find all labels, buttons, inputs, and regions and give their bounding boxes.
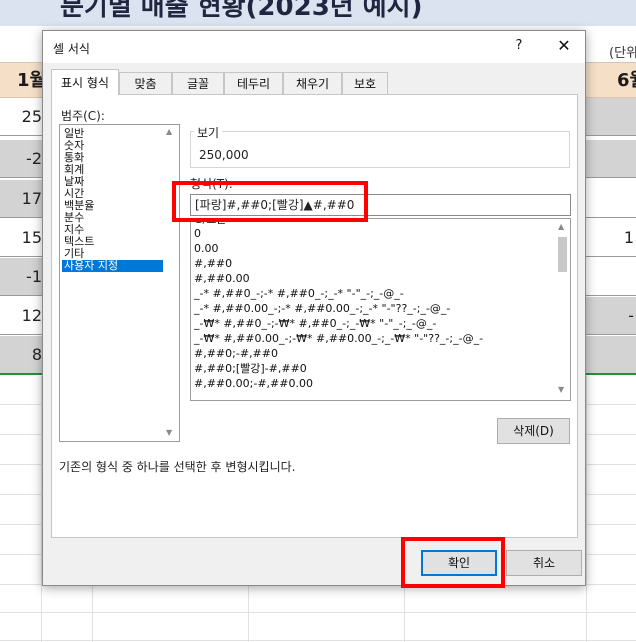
scroll-thumb[interactable] bbox=[558, 237, 567, 272]
format-item[interactable]: G/표준 bbox=[194, 219, 226, 226]
cell-right-7[interactable] bbox=[586, 336, 636, 374]
category-label: 범주(C): bbox=[61, 109, 105, 123]
format-scrollbar[interactable]: ▲ ▼ bbox=[554, 219, 570, 400]
sheet-title: 분기별 매출 현황(2023년 예시) bbox=[60, 0, 423, 22]
sample-value: 250,000 bbox=[199, 148, 249, 162]
unit-label: (단위 bbox=[609, 46, 636, 61]
format-item[interactable]: 0 bbox=[194, 227, 201, 240]
category-list[interactable]: 일반 숫자 통화 회계 날짜 시간 백분율 분수 지수 텍스트 기타 사용자 지… bbox=[59, 124, 180, 442]
dialog-title: 셀 서식 bbox=[53, 42, 90, 56]
format-item[interactable]: #,##0;[빨강]-#,##0 bbox=[194, 362, 307, 375]
tab-number[interactable]: 표시 형식 bbox=[51, 69, 119, 95]
grid-line bbox=[586, 376, 587, 642]
format-item[interactable]: #,##0;-#,##0 bbox=[194, 347, 278, 360]
cell-right-2[interactable] bbox=[586, 140, 636, 178]
table-bottom-border-right bbox=[586, 373, 636, 375]
table-bottom-border-left bbox=[0, 373, 44, 375]
format-code-input[interactable]: [파랑]#,##0;[빨강]▲#,##0 bbox=[190, 194, 571, 216]
tab-alignment[interactable]: 맞춤 bbox=[119, 72, 172, 94]
ok-button[interactable]: 확인 bbox=[421, 550, 497, 576]
chevron-down-icon[interactable]: ▼ bbox=[166, 428, 172, 437]
grid-line bbox=[404, 586, 405, 642]
cell-right-1[interactable] bbox=[586, 98, 636, 136]
close-icon[interactable]: ✕ bbox=[551, 36, 577, 58]
grid-line bbox=[0, 640, 636, 641]
cell-right-6[interactable]: - bbox=[586, 297, 636, 335]
column-header-left: 1월 bbox=[0, 62, 44, 98]
tab-fill[interactable]: 채우기 bbox=[283, 72, 342, 94]
dialog-titlebar[interactable]: 셀 서식 ? ✕ bbox=[43, 31, 585, 63]
grid-line bbox=[92, 586, 93, 642]
cell-left-1[interactable]: 25 bbox=[0, 98, 44, 136]
sample-label: 보기 bbox=[194, 124, 223, 141]
cell-right-3[interactable] bbox=[586, 180, 636, 218]
format-item[interactable]: #,##0.00 bbox=[194, 272, 250, 285]
chevron-up-icon[interactable]: ▲ bbox=[558, 222, 564, 231]
description-text: 기존의 형식 중 하나를 선택한 후 변형시킵니다. bbox=[59, 460, 296, 474]
format-item[interactable]: _-₩* #,##0.00_-;-₩* #,##0.00_-;_-₩* "-"?… bbox=[194, 332, 483, 345]
cancel-button[interactable]: 취소 bbox=[506, 550, 582, 576]
delete-button[interactable]: 삭제(D) bbox=[497, 418, 570, 444]
tab-protection[interactable]: 보호 bbox=[342, 72, 388, 94]
format-item[interactable]: #,##0.00;-#,##0.00 bbox=[194, 377, 313, 390]
cell-left-2[interactable]: -2 bbox=[0, 140, 44, 178]
category-scrollbar[interactable]: ▲ ▼ bbox=[164, 125, 179, 441]
column-header-right: 6월 bbox=[586, 62, 636, 98]
grid-line bbox=[248, 586, 249, 642]
format-cells-dialog: 셀 서식 ? ✕ 표시 형식 맞춤 글꼴 테두리 채우기 보호 범주(C): 일… bbox=[42, 30, 586, 586]
category-item-selected[interactable]: 사용자 지정 bbox=[62, 260, 163, 272]
sheet-title-band: 분기별 매출 현황(2023년 예시) bbox=[0, 0, 636, 26]
grid-line bbox=[0, 612, 636, 613]
tab-font[interactable]: 글꼴 bbox=[172, 72, 224, 94]
format-item[interactable]: 0.00 bbox=[194, 242, 219, 255]
cell-right-4[interactable]: 1 bbox=[586, 219, 636, 257]
cell-left-6[interactable]: 12 bbox=[0, 297, 44, 335]
chevron-up-icon[interactable]: ▲ bbox=[166, 127, 172, 136]
tab-border[interactable]: 테두리 bbox=[224, 72, 283, 94]
cell-left-5[interactable]: -1 bbox=[0, 258, 44, 296]
cell-left-7[interactable]: 8 bbox=[0, 336, 44, 374]
format-item[interactable]: #,##0 bbox=[194, 257, 232, 270]
help-button[interactable]: ? bbox=[509, 38, 529, 56]
format-item[interactable]: _-* #,##0.00_-;-* #,##0.00_-;_-* "-"??_-… bbox=[194, 302, 450, 315]
cell-left-4[interactable]: 15 bbox=[0, 219, 44, 257]
type-label: 형식(T): bbox=[190, 177, 233, 191]
cell-left-3[interactable]: 17 bbox=[0, 180, 44, 218]
chevron-down-icon[interactable]: ▼ bbox=[558, 385, 564, 394]
format-item[interactable]: _-* #,##0_-;-* #,##0_-;_-* "-"_-;_-@_- bbox=[194, 287, 404, 300]
cell-right-5[interactable] bbox=[586, 258, 636, 296]
format-list[interactable]: G/표준 0 0.00 #,##0 #,##0.00 _-* #,##0_-;-… bbox=[190, 218, 571, 401]
format-item[interactable]: _-₩* #,##0_-;-₩* #,##0_-;_-₩* "-"_-;_-@_… bbox=[194, 317, 436, 330]
